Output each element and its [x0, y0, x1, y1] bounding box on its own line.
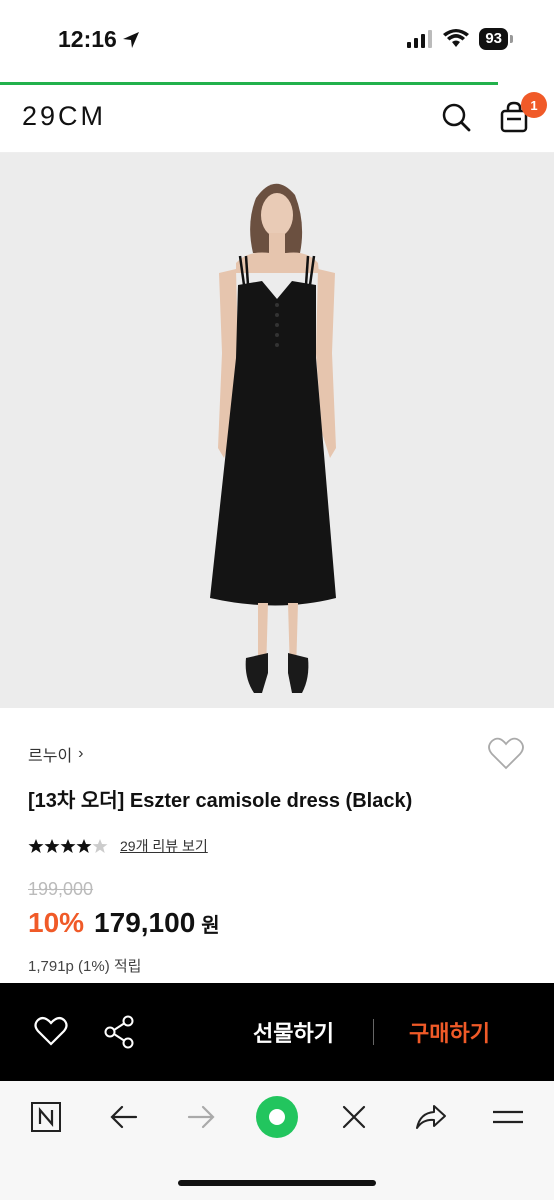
brand-name: 르누이 — [28, 748, 73, 765]
buy-button[interactable]: 구매하기 — [409, 1016, 490, 1048]
product-title: [13차 오더] Eszter camisole dress (Black) — [28, 790, 413, 812]
star-rating — [28, 839, 108, 853]
heart-icon — [488, 737, 524, 770]
status-time-text: 12:16 — [58, 26, 117, 52]
close-icon — [342, 1105, 366, 1129]
status-icons: 93 — [407, 28, 513, 50]
share-arrow-icon — [416, 1105, 446, 1129]
cart-count-badge: 1 — [521, 92, 547, 118]
green-dot-icon — [256, 1096, 298, 1138]
share-icon — [104, 1015, 134, 1049]
battery-indicator: 93 — [479, 28, 513, 50]
heart-icon — [34, 1016, 68, 1046]
original-price: 199,000 — [28, 879, 94, 899]
signal-icon — [407, 30, 433, 48]
discount-rate: 10% — [28, 907, 85, 938]
brand-link[interactable]: 르누이 › — [28, 742, 84, 766]
gift-button[interactable]: 선물하기 — [253, 1016, 334, 1048]
wishlist-bottom-button[interactable] — [33, 1014, 69, 1050]
status-bar: 12:16 93 — [0, 0, 554, 82]
naver-home-button[interactable] — [26, 1097, 66, 1137]
purchase-bar: 선물하기 구매하기 — [0, 983, 554, 1081]
product-image[interactable] — [0, 153, 554, 708]
back-button[interactable] — [104, 1097, 144, 1137]
review-link[interactable]: 29개 리뷰 보기 — [120, 836, 208, 856]
menu-button[interactable] — [488, 1097, 528, 1137]
logo[interactable]: 29CM — [22, 101, 106, 132]
product-photo — [0, 153, 554, 708]
search-icon — [442, 103, 471, 132]
price-row: 10% 179,100 원 — [28, 907, 220, 939]
chevron-right-icon: › — [78, 745, 84, 762]
currency-unit: 원 — [201, 915, 220, 937]
close-tab-button[interactable] — [334, 1097, 374, 1137]
green-dot-button[interactable] — [255, 1095, 299, 1139]
hamburger-menu-icon — [493, 1110, 523, 1124]
search-button[interactable] — [438, 99, 474, 135]
home-indicator[interactable] — [178, 1180, 376, 1186]
app-header: 29CM 1 — [0, 85, 554, 153]
sale-price: 179,100 — [94, 907, 196, 938]
rating-row: 29개 리뷰 보기 — [28, 836, 208, 856]
browser-toolbar — [0, 1081, 554, 1200]
location-arrow-icon — [122, 31, 139, 48]
share-page-button[interactable] — [411, 1097, 451, 1137]
arrow-right-icon — [187, 1105, 215, 1129]
naver-n-icon — [31, 1102, 61, 1132]
status-time: 12:16 — [58, 26, 141, 53]
button-divider — [373, 1019, 374, 1045]
wishlist-button[interactable] — [487, 736, 525, 772]
reward-points: 1,791p (1%) 적립 — [28, 958, 142, 975]
arrow-left-icon — [110, 1105, 138, 1129]
share-button[interactable] — [102, 1014, 138, 1050]
forward-button[interactable] — [181, 1097, 221, 1137]
wifi-icon — [443, 29, 470, 47]
